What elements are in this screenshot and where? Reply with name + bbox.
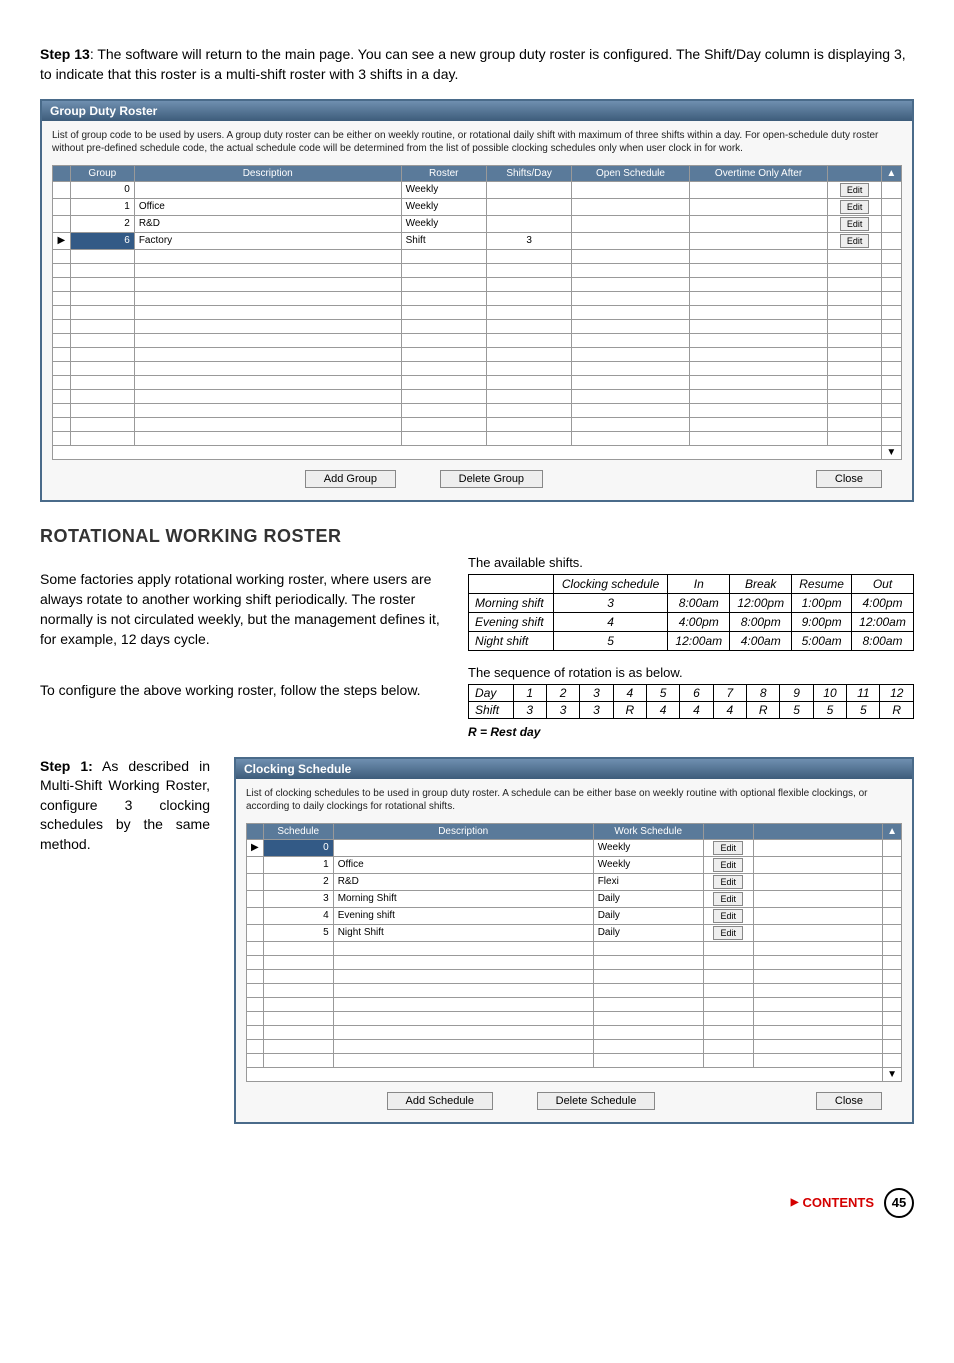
table-row[interactable]: 2R&DFlexiEdit [247, 873, 902, 890]
edit-button[interactable]: Edit [713, 858, 743, 872]
page-number: 45 [884, 1188, 914, 1218]
close-button[interactable]: Close [816, 1092, 882, 1110]
scroll-down-icon[interactable]: ▼ [881, 445, 901, 459]
window-description: List of clocking schedules to be used in… [246, 787, 902, 813]
table-row[interactable]: 3Morning ShiftDailyEdit [247, 890, 902, 907]
sequence-label: The sequence of rotation is as below. [468, 665, 914, 680]
add-group-button[interactable]: Add Group [305, 470, 396, 488]
table-row[interactable]: 1OfficeWeeklyEdit [53, 198, 902, 215]
edit-button[interactable]: Edit [840, 217, 870, 231]
table-row[interactable]: 1OfficeWeeklyEdit [247, 856, 902, 873]
section-heading: ROTATIONAL WORKING ROSTER [40, 526, 914, 547]
group-roster-grid: Group Description Roster Shifts/Day Open… [52, 165, 902, 460]
table-row[interactable]: 0WeeklyEdit [53, 181, 902, 198]
step1-label: Step 1: [40, 758, 93, 774]
window-title: Clocking Schedule [236, 759, 912, 779]
scroll-up-icon[interactable]: ▲ [881, 165, 901, 181]
rest-day-note: R = Rest day [468, 725, 914, 739]
window-description: List of group code to be used by users. … [52, 129, 902, 155]
edit-button[interactable]: Edit [713, 841, 743, 855]
close-button[interactable]: Close [816, 470, 882, 488]
table-row: Morning shift38:00am12:00pm1:00pm4:00pm [469, 593, 914, 612]
window-title: Group Duty Roster [42, 101, 912, 121]
table-row: Evening shift44:00pm8:00pm9:00pm12:00am [469, 612, 914, 631]
table-row[interactable]: 2R&DWeeklyEdit [53, 215, 902, 232]
delete-schedule-button[interactable]: Delete Schedule [537, 1092, 656, 1110]
edit-button[interactable]: Edit [713, 875, 743, 889]
edit-button[interactable]: Edit [713, 892, 743, 906]
table-row[interactable]: ▶0WeeklyEdit [247, 839, 902, 856]
clocking-schedule-window: Clocking Schedule List of clocking sched… [234, 757, 914, 1124]
delete-group-button[interactable]: Delete Group [440, 470, 543, 488]
clocking-schedule-grid: Schedule Description Work Schedule ▲ ▶0W… [246, 823, 902, 1082]
edit-button[interactable]: Edit [840, 234, 870, 248]
edit-button[interactable]: Edit [840, 200, 870, 214]
table-row[interactable]: 5Night ShiftDailyEdit [247, 924, 902, 941]
rotational-paragraph-2: To configure the above working roster, f… [40, 680, 442, 700]
scroll-up-icon[interactable]: ▲ [883, 823, 902, 839]
step13-label: Step 13 [40, 46, 90, 62]
step13-paragraph: Step 13: The software will return to the… [40, 44, 914, 85]
table-row[interactable]: 4Evening shiftDailyEdit [247, 907, 902, 924]
grid-header-row: Group Description Roster Shifts/Day Open… [53, 165, 902, 181]
contents-link[interactable]: CONTENTS [791, 1195, 874, 1210]
table-row[interactable]: ▶6FactoryShift3Edit [53, 232, 902, 249]
edit-button[interactable]: Edit [840, 183, 870, 197]
edit-button[interactable]: Edit [713, 926, 743, 940]
available-shifts-table: Clocking schedule In Break Resume Out Mo… [468, 574, 914, 651]
add-schedule-button[interactable]: Add Schedule [387, 1092, 494, 1110]
rotational-paragraph-1: Some factories apply rotational working … [40, 569, 442, 650]
sequence-table: Day123456789101112 Shift333R444R555R [468, 684, 914, 719]
scroll-down-icon[interactable]: ▼ [883, 1067, 902, 1081]
step1-paragraph: Step 1: As described in Multi-Shift Work… [40, 757, 210, 855]
edit-button[interactable]: Edit [713, 909, 743, 923]
table-row: Night shift512:00am4:00am5:00am8:00am [469, 631, 914, 650]
step13-text: : The software will return to the main p… [40, 46, 906, 82]
group-duty-roster-window: Group Duty Roster List of group code to … [40, 99, 914, 502]
available-shifts-label: The available shifts. [468, 555, 914, 570]
